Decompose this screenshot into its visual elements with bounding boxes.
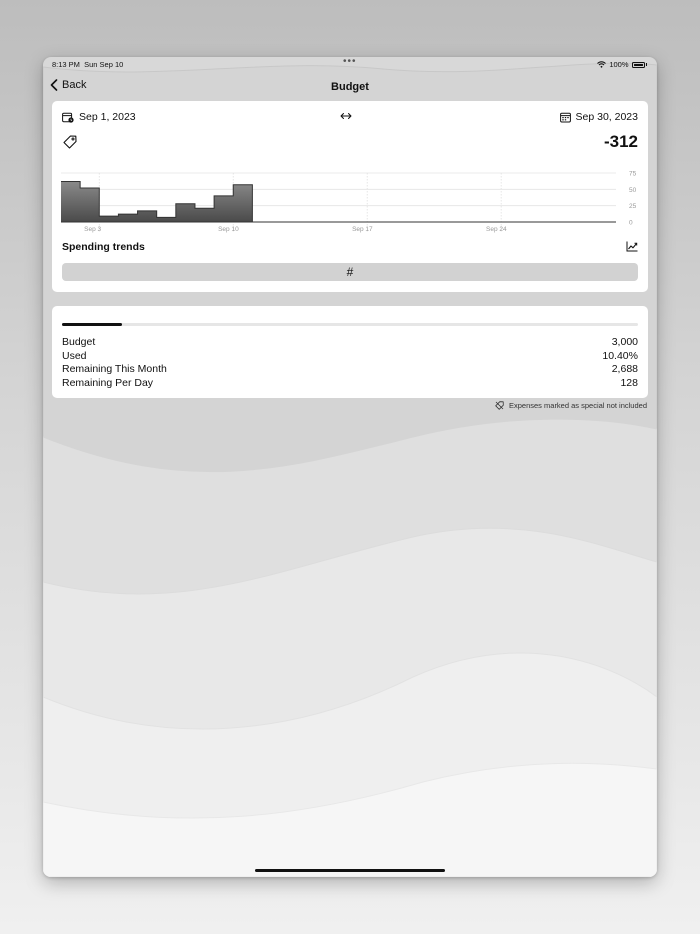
x-tick-label: Sep 17 <box>352 226 373 233</box>
y-tick-label: 0 <box>629 220 633 227</box>
y-tick-label: 75 <box>629 171 637 178</box>
stat-value: 2,688 <box>611 363 638 376</box>
navigation-bar: Back Budget <box>43 75 657 99</box>
home-indicator[interactable] <box>255 869 445 872</box>
stat-value: 128 <box>620 376 638 389</box>
y-tick-label: 50 <box>629 187 637 194</box>
status-bar: 8:13 PM Sun Sep 10 ••• 100% <box>43 57 657 71</box>
y-tick-label: 25 <box>629 203 637 210</box>
tag-slash-icon <box>495 401 504 410</box>
status-indicators: 100% <box>597 60 647 69</box>
stat-label: Budget <box>62 336 96 348</box>
status-time: 8:13 PM Sun Sep 10 <box>52 60 123 69</box>
stat-row-remaining-month: Remaining This Month 2,688 <box>62 363 638 377</box>
spending-trends-title: Spending trends <box>62 241 145 253</box>
battery-percent: 100% <box>609 60 629 69</box>
calendar-clock-icon <box>62 112 74 123</box>
stat-row-remaining-day: Remaining Per Day 128 <box>62 377 638 391</box>
x-tick-label: Sep 3 <box>84 226 101 233</box>
budget-progress-bar <box>62 323 638 326</box>
end-date-button[interactable]: Sep 30, 2023 <box>559 111 638 123</box>
multitasking-dots-icon[interactable]: ••• <box>343 57 357 67</box>
period-total: -312 <box>603 132 638 151</box>
wifi-icon <box>597 61 607 68</box>
stat-row-used: Used 10.40% <box>62 350 638 364</box>
battery-icon <box>631 61 645 68</box>
status-time-text: 8:13 PM <box>52 60 80 69</box>
budget-progress-fill <box>62 323 122 326</box>
budget-stats: Budget 3,000 Used 10.40% Remaining This … <box>62 336 638 390</box>
spending-card: Sep 1, 2023 Sep 30, 2023 -312 75 50 25 0 Sep… <box>52 101 648 292</box>
start-date-text: Sep 1, 2023 <box>79 111 136 123</box>
stat-label: Remaining Per Day <box>62 376 154 389</box>
special-expenses-note: Expenses marked as special not included <box>495 401 647 410</box>
calendar-icon <box>559 112 571 123</box>
stat-label: Used <box>62 349 87 362</box>
battery-tip <box>645 63 647 66</box>
tag-icon[interactable] <box>63 135 77 149</box>
end-date-text: Sep 30, 2023 <box>575 111 638 123</box>
budget-card: Budget 3,000 Used 10.40% Remaining This … <box>52 306 648 398</box>
left-right-arrow-icon[interactable] <box>340 111 352 121</box>
start-date-button[interactable]: Sep 1, 2023 <box>62 111 136 123</box>
page-title: Budget <box>331 81 369 93</box>
app-window: 8:13 PM Sun Sep 10 ••• 100% Back Budget <box>43 57 657 877</box>
stat-label: Remaining This Month <box>62 363 167 376</box>
spending-chart: 75 50 25 0 Sep 3 Sep 10 Sep 17 Sep 24 <box>61 171 637 233</box>
x-tick-label: Sep 10 <box>218 226 239 233</box>
status-date-text: Sun Sep 10 <box>84 60 124 69</box>
date-range-row: Sep 1, 2023 Sep 30, 2023 <box>62 111 638 125</box>
category-filter-button[interactable]: # <box>62 263 638 281</box>
trend-chart-icon[interactable] <box>626 241 638 252</box>
spending-area <box>61 181 616 222</box>
footnote-text: Expenses marked as special not included <box>509 401 647 410</box>
stat-value: 3,000 <box>611 336 638 348</box>
spending-trends-row: Spending trends <box>62 241 638 255</box>
stat-value: 10.40% <box>602 349 638 362</box>
stat-row-budget: Budget 3,000 <box>62 336 638 350</box>
x-tick-label: Sep 24 <box>486 226 507 233</box>
